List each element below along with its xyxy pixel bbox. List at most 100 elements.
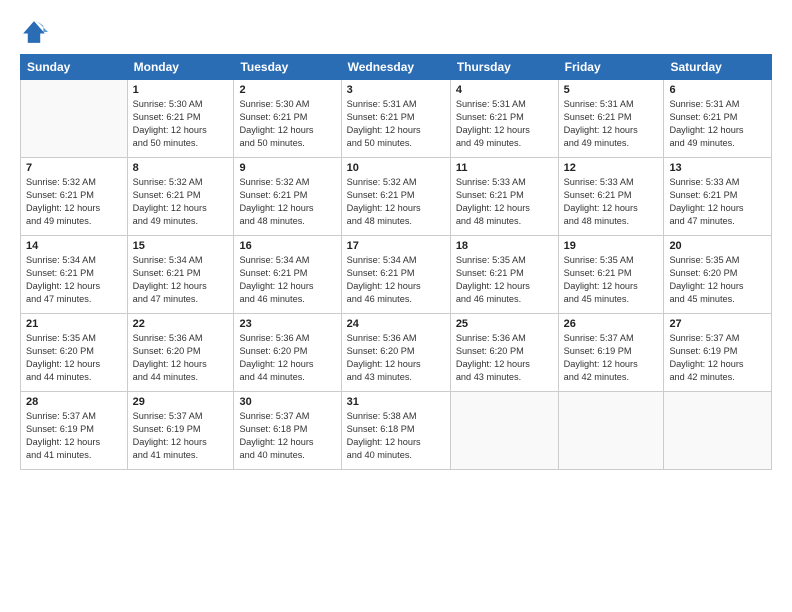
day-info: Sunrise: 5:33 AMSunset: 6:21 PMDaylight:… — [456, 176, 553, 228]
logo — [20, 18, 52, 46]
day-number: 3 — [347, 84, 445, 96]
day-info: Sunrise: 5:35 AMSunset: 6:21 PMDaylight:… — [564, 254, 659, 306]
day-number: 29 — [133, 396, 229, 408]
day-number: 28 — [26, 396, 122, 408]
day-number: 15 — [133, 240, 229, 252]
day-number: 27 — [669, 318, 766, 330]
header-monday: Monday — [127, 55, 234, 80]
calendar-week-4: 21 Sunrise: 5:35 AMSunset: 6:20 PMDayligh… — [21, 314, 772, 392]
calendar-cell: 14Sunrise: 5:34 AMSunset: 6:21 PMDayligh… — [21, 236, 128, 314]
calendar-cell — [21, 80, 128, 158]
day-info: Sunrise: 5:30 AMSunset: 6:21 PMDaylight:… — [239, 98, 335, 150]
calendar-cell: 9 Sunrise: 5:32 AMSunset: 6:21 PMDaylight… — [234, 158, 341, 236]
calendar-cell — [558, 392, 664, 470]
calendar-cell: 19 Sunrise: 5:35 AMSunset: 6:21 PMDayligh… — [558, 236, 664, 314]
calendar-cell: 3 Sunrise: 5:31 AMSunset: 6:21 PMDaylight… — [341, 80, 450, 158]
calendar-table: SundayMondayTuesdayWednesdayThursdayFrid… — [20, 54, 772, 470]
day-info: Sunrise: 5:34 AMSunset: 6:21 PMDaylight:… — [26, 254, 122, 306]
calendar-cell: 11 Sunrise: 5:33 AMSunset: 6:21 PMDayligh… — [450, 158, 558, 236]
calendar-cell: 27 Sunrise: 5:37 AMSunset: 6:19 PMDayligh… — [664, 314, 772, 392]
calendar-cell: 28 Sunrise: 5:37 AMSunset: 6:19 PMDayligh… — [21, 392, 128, 470]
day-number: 25 — [456, 318, 553, 330]
calendar-cell — [664, 392, 772, 470]
calendar-week-2: 7 Sunrise: 5:32 AMSunset: 6:21 PMDaylight… — [21, 158, 772, 236]
calendar-cell: 22Sunrise: 5:36 AMSunset: 6:20 PMDayligh… — [127, 314, 234, 392]
day-info: Sunrise: 5:33 AMSunset: 6:21 PMDaylight:… — [564, 176, 659, 228]
day-info: Sunrise: 5:34 AMSunset: 6:21 PMDaylight:… — [239, 254, 335, 306]
calendar-cell: 21 Sunrise: 5:35 AMSunset: 6:20 PMDayligh… — [21, 314, 128, 392]
day-number: 24 — [347, 318, 445, 330]
day-info: Sunrise: 5:32 AMSunset: 6:21 PMDaylight:… — [239, 176, 335, 228]
day-info: Sunrise: 5:37 AMSunset: 6:19 PMDaylight:… — [26, 410, 122, 462]
calendar-week-3: 14Sunrise: 5:34 AMSunset: 6:21 PMDayligh… — [21, 236, 772, 314]
day-info: Sunrise: 5:36 AMSunset: 6:20 PMDaylight:… — [133, 332, 229, 384]
day-info: Sunrise: 5:30 AMSunset: 6:21 PMDaylight:… — [133, 98, 229, 150]
day-info: Sunrise: 5:31 AMSunset: 6:21 PMDaylight:… — [347, 98, 445, 150]
day-info: Sunrise: 5:32 AMSunset: 6:21 PMDaylight:… — [133, 176, 229, 228]
calendar-cell: 18 Sunrise: 5:35 AMSunset: 6:21 PMDayligh… — [450, 236, 558, 314]
day-number: 7 — [26, 162, 122, 174]
calendar-cell: 24 Sunrise: 5:36 AMSunset: 6:20 PMDayligh… — [341, 314, 450, 392]
day-info: Sunrise: 5:34 AMSunset: 6:21 PMDaylight:… — [347, 254, 445, 306]
day-number: 16 — [239, 240, 335, 252]
day-info: Sunrise: 5:31 AMSunset: 6:21 PMDaylight:… — [564, 98, 659, 150]
day-info: Sunrise: 5:37 AMSunset: 6:18 PMDaylight:… — [239, 410, 335, 462]
header-tuesday: Tuesday — [234, 55, 341, 80]
calendar-cell: 5 Sunrise: 5:31 AMSunset: 6:21 PMDaylight… — [558, 80, 664, 158]
calendar-cell: 10 Sunrise: 5:32 AMSunset: 6:21 PMDayligh… — [341, 158, 450, 236]
day-info: Sunrise: 5:32 AMSunset: 6:21 PMDaylight:… — [26, 176, 122, 228]
day-number: 5 — [564, 84, 659, 96]
header — [20, 18, 772, 46]
calendar-cell: 7 Sunrise: 5:32 AMSunset: 6:21 PMDaylight… — [21, 158, 128, 236]
calendar-cell: 26 Sunrise: 5:37 AMSunset: 6:19 PMDayligh… — [558, 314, 664, 392]
logo-icon — [20, 18, 48, 46]
day-number: 21 — [26, 318, 122, 330]
calendar-header-row: SundayMondayTuesdayWednesdayThursdayFrid… — [21, 55, 772, 80]
calendar-week-1: 1 Sunrise: 5:30 AMSunset: 6:21 PMDaylight… — [21, 80, 772, 158]
day-info: Sunrise: 5:36 AMSunset: 6:20 PMDaylight:… — [239, 332, 335, 384]
calendar-cell: 13 Sunrise: 5:33 AMSunset: 6:21 PMDayligh… — [664, 158, 772, 236]
day-info: Sunrise: 5:38 AMSunset: 6:18 PMDaylight:… — [347, 410, 445, 462]
calendar-cell: 23 Sunrise: 5:36 AMSunset: 6:20 PMDayligh… — [234, 314, 341, 392]
day-info: Sunrise: 5:31 AMSunset: 6:21 PMDaylight:… — [669, 98, 766, 150]
calendar-cell: 2Sunrise: 5:30 AMSunset: 6:21 PMDaylight… — [234, 80, 341, 158]
day-number: 18 — [456, 240, 553, 252]
header-thursday: Thursday — [450, 55, 558, 80]
calendar-cell: 20 Sunrise: 5:35 AMSunset: 6:20 PMDayligh… — [664, 236, 772, 314]
calendar-cell: 4Sunrise: 5:31 AMSunset: 6:21 PMDaylight… — [450, 80, 558, 158]
day-number: 11 — [456, 162, 553, 174]
calendar-cell: 15 Sunrise: 5:34 AMSunset: 6:21 PMDayligh… — [127, 236, 234, 314]
day-number: 6 — [669, 84, 766, 96]
day-number: 1 — [133, 84, 229, 96]
header-sunday: Sunday — [21, 55, 128, 80]
day-number: 30 — [239, 396, 335, 408]
day-info: Sunrise: 5:32 AMSunset: 6:21 PMDaylight:… — [347, 176, 445, 228]
day-info: Sunrise: 5:34 AMSunset: 6:21 PMDaylight:… — [133, 254, 229, 306]
day-info: Sunrise: 5:35 AMSunset: 6:20 PMDaylight:… — [26, 332, 122, 384]
day-number: 17 — [347, 240, 445, 252]
day-number: 31 — [347, 396, 445, 408]
day-info: Sunrise: 5:37 AMSunset: 6:19 PMDaylight:… — [564, 332, 659, 384]
calendar-cell: 17 Sunrise: 5:34 AMSunset: 6:21 PMDayligh… — [341, 236, 450, 314]
day-info: Sunrise: 5:36 AMSunset: 6:20 PMDaylight:… — [347, 332, 445, 384]
day-number: 23 — [239, 318, 335, 330]
calendar-cell: 16 Sunrise: 5:34 AMSunset: 6:21 PMDayligh… — [234, 236, 341, 314]
day-info: Sunrise: 5:33 AMSunset: 6:21 PMDaylight:… — [669, 176, 766, 228]
day-number: 9 — [239, 162, 335, 174]
day-info: Sunrise: 5:37 AMSunset: 6:19 PMDaylight:… — [669, 332, 766, 384]
day-number: 13 — [669, 162, 766, 174]
page: SundayMondayTuesdayWednesdayThursdayFrid… — [0, 0, 792, 612]
calendar-cell: 12Sunrise: 5:33 AMSunset: 6:21 PMDayligh… — [558, 158, 664, 236]
header-friday: Friday — [558, 55, 664, 80]
calendar-cell: 6 Sunrise: 5:31 AMSunset: 6:21 PMDaylight… — [664, 80, 772, 158]
header-saturday: Saturday — [664, 55, 772, 80]
day-number: 20 — [669, 240, 766, 252]
calendar-cell: 25Sunrise: 5:36 AMSunset: 6:20 PMDayligh… — [450, 314, 558, 392]
day-number: 10 — [347, 162, 445, 174]
day-number: 19 — [564, 240, 659, 252]
calendar-cell: 8Sunrise: 5:32 AMSunset: 6:21 PMDaylight… — [127, 158, 234, 236]
day-info: Sunrise: 5:31 AMSunset: 6:21 PMDaylight:… — [456, 98, 553, 150]
day-number: 26 — [564, 318, 659, 330]
day-info: Sunrise: 5:35 AMSunset: 6:20 PMDaylight:… — [669, 254, 766, 306]
day-info: Sunrise: 5:35 AMSunset: 6:21 PMDaylight:… — [456, 254, 553, 306]
